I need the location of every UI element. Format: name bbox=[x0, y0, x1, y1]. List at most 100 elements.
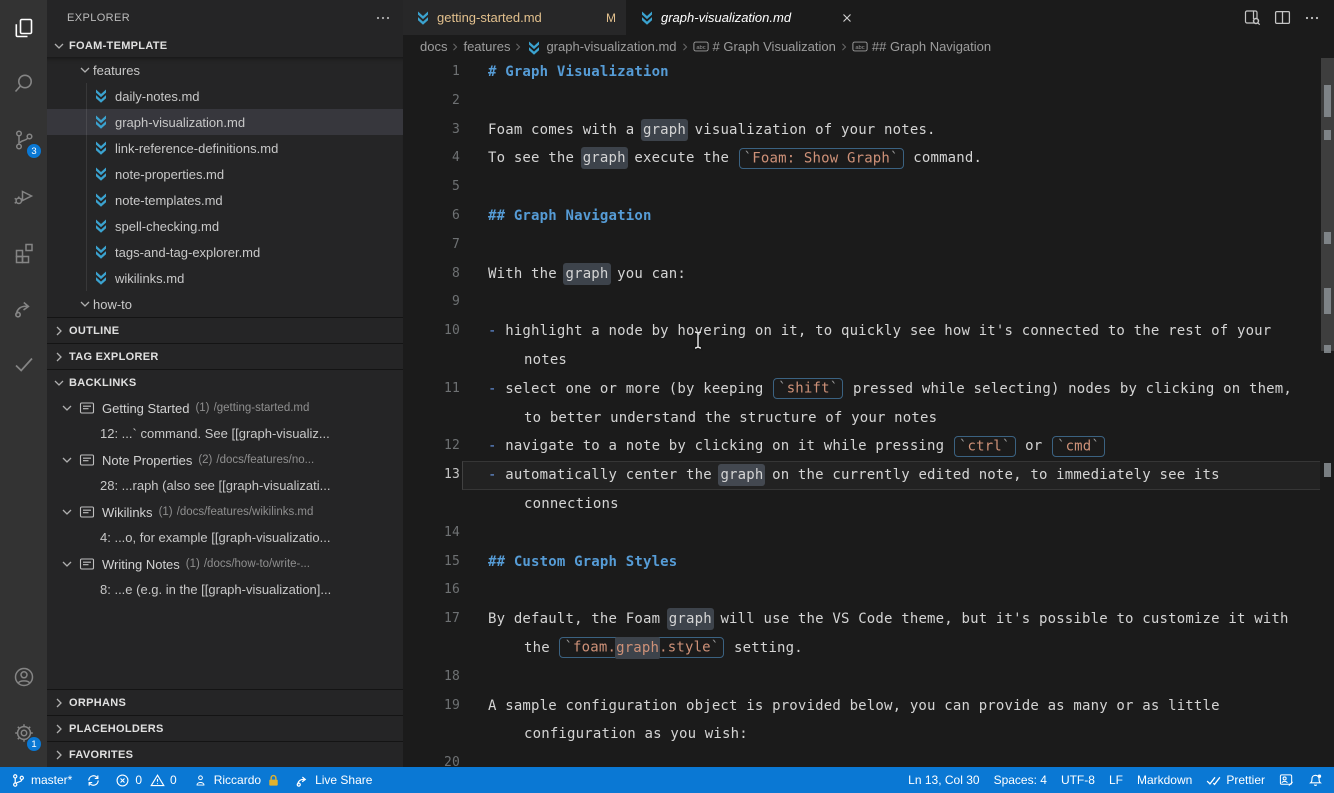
activity-item-run-debug[interactable] bbox=[0, 168, 47, 224]
editor-line[interactable]: 4 To see the graph execute the `Foam: Sho… bbox=[403, 144, 1334, 173]
editor-line[interactable]: to better understand the structure of yo… bbox=[403, 404, 1334, 433]
section-header-placeholders[interactable]: PLACEHOLDERS bbox=[47, 715, 403, 741]
editor-line[interactable]: 1 # Graph Visualization bbox=[403, 58, 1334, 87]
editor-line[interactable]: 15 ## Custom Graph Styles bbox=[403, 548, 1334, 577]
status-cursor-position[interactable]: Ln 13, Col 30 bbox=[901, 767, 986, 793]
backlink-group[interactable]: Getting Started (1) /getting-started.md bbox=[47, 395, 403, 421]
backlink-group[interactable]: Writing Notes (1) /docs/how-to/write-... bbox=[47, 551, 403, 577]
sidebar-item-link-reference-definitions-md[interactable]: link-reference-definitions.md bbox=[47, 135, 403, 161]
activity-item-source-control[interactable]: 3 bbox=[0, 112, 47, 168]
sidebar-item-how-to[interactable]: how-to bbox=[47, 291, 403, 317]
section-header-outline[interactable]: OUTLINE bbox=[47, 317, 403, 343]
activity-item-explorer[interactable] bbox=[0, 0, 47, 56]
editor-line[interactable]: 14 bbox=[403, 519, 1334, 548]
status-account[interactable]: Riccardo bbox=[187, 767, 288, 793]
activity-bar: 3 1 bbox=[0, 0, 47, 767]
editor-line[interactable]: 7 bbox=[403, 231, 1334, 260]
editor-line[interactable]: 11- select one or more (by keeping `shif… bbox=[403, 375, 1334, 404]
status-sync[interactable] bbox=[79, 767, 108, 793]
backlink-reference[interactable]: 12: ...` command. See [[graph-visualiz..… bbox=[47, 421, 403, 447]
editor-line[interactable]: 3 Foam comes with a graph visualization o… bbox=[403, 116, 1334, 145]
activity-item-search[interactable] bbox=[0, 56, 47, 112]
editor-line[interactable]: 19 A sample configuration object is provi… bbox=[403, 692, 1334, 721]
activity-item-extensions[interactable] bbox=[0, 224, 47, 280]
backlink-group[interactable]: Note Properties (2) /docs/features/no... bbox=[47, 447, 403, 473]
editor-line[interactable]: 9 bbox=[403, 288, 1334, 317]
backlink-group[interactable]: Wikilinks (1) /docs/features/wikilinks.md bbox=[47, 499, 403, 525]
status-notifications[interactable] bbox=[1301, 767, 1330, 793]
tab-graph-visualization[interactable]: graph-visualization.md bbox=[627, 0, 866, 35]
status-indentation[interactable]: Spaces: 4 bbox=[987, 767, 1054, 793]
file-label: note-templates.md bbox=[115, 192, 223, 208]
editor-line[interactable]: connections bbox=[403, 490, 1334, 519]
editor-line[interactable]: 12- navigate to a note by clicking on it… bbox=[403, 432, 1334, 461]
backlinks-section-header[interactable]: BACKLINKS bbox=[47, 369, 403, 395]
sidebar-item-note-properties-md[interactable]: note-properties.md bbox=[47, 161, 403, 187]
status-live-share[interactable]: Live Share bbox=[288, 767, 379, 793]
editor-line[interactable]: 8 With the graph you can: bbox=[403, 260, 1334, 289]
line-content: Foam comes with a graph visualization of… bbox=[460, 116, 936, 145]
section-header-tag-explorer[interactable]: TAG EXPLORER bbox=[47, 343, 403, 369]
split-editor-icon[interactable] bbox=[1272, 8, 1292, 28]
activity-item-live-share[interactable] bbox=[0, 280, 47, 336]
editor-line[interactable]: 2 bbox=[403, 87, 1334, 116]
sidebar-item-wikilinks-md[interactable]: wikilinks.md bbox=[47, 265, 403, 291]
close-icon[interactable] bbox=[838, 9, 856, 27]
line-content: # Graph Visualization bbox=[460, 58, 669, 87]
sidebar-item-daily-notes-md[interactable]: daily-notes.md bbox=[47, 83, 403, 109]
editor-line[interactable]: 20 bbox=[403, 749, 1334, 767]
sidebar-item-tags-and-tag-explorer-md[interactable]: tags-and-tag-explorer.md bbox=[47, 239, 403, 265]
editor-line[interactable]: 16 bbox=[403, 576, 1334, 605]
sync-icon bbox=[86, 773, 101, 788]
section-header-orphans[interactable]: ORPHANS bbox=[47, 689, 403, 715]
tab-getting-started[interactable]: getting-started.md M bbox=[403, 0, 627, 35]
chevron-right-icon bbox=[450, 42, 460, 52]
status-feedback[interactable] bbox=[1272, 767, 1301, 793]
line-content: By default, the Foam graph will use the … bbox=[460, 605, 1289, 634]
breadcrumb-item[interactable]: abc ## Graph Navigation bbox=[852, 39, 991, 54]
editor-line[interactable]: notes bbox=[403, 346, 1334, 375]
editor-line[interactable]: 5 bbox=[403, 173, 1334, 202]
files-icon bbox=[12, 16, 36, 40]
status-git-branch[interactable]: master* bbox=[4, 767, 79, 793]
open-preview-icon[interactable] bbox=[1242, 8, 1262, 28]
project-section-header[interactable]: FOAM-TEMPLATE bbox=[47, 35, 403, 57]
sidebar-item-note-templates-md[interactable]: note-templates.md bbox=[47, 187, 403, 213]
breadcrumb-item[interactable]: abc # Graph Visualization bbox=[692, 39, 836, 54]
backlink-reference[interactable]: 28: ...raph (also see [[graph-visualizat… bbox=[47, 473, 403, 499]
editor-line[interactable]: 10- highlight a node by hovering on it, … bbox=[403, 317, 1334, 346]
more-actions-icon[interactable] bbox=[375, 10, 391, 26]
sidebar-item-features[interactable]: features bbox=[47, 57, 403, 83]
editor-group: getting-started.md M graph-visualization.… bbox=[403, 0, 1334, 767]
sidebar-item-graph-visualization-md[interactable]: graph-visualization.md bbox=[47, 109, 403, 135]
backlink-title: Getting Started bbox=[102, 400, 190, 416]
editor-line[interactable]: configuration as you wish: bbox=[403, 720, 1334, 749]
editor-line[interactable]: 13- automatically center the graph on th… bbox=[403, 461, 1334, 490]
breadcrumb-label: ## Graph Navigation bbox=[871, 39, 992, 54]
section-header-favorites[interactable]: FAVORITES bbox=[47, 741, 403, 767]
editor-line[interactable]: 17 By default, the Foam graph will use th… bbox=[403, 605, 1334, 634]
breadcrumb-item[interactable]: features bbox=[463, 39, 510, 54]
status-problems[interactable]: 00 bbox=[108, 767, 186, 793]
line-number: 20 bbox=[443, 755, 460, 767]
note-icon bbox=[79, 556, 95, 572]
token-head: # Graph Visualization bbox=[488, 64, 669, 80]
activity-item-checks[interactable] bbox=[0, 336, 47, 392]
breadcrumb-item[interactable]: graph-visualization.md bbox=[526, 39, 677, 55]
line-number: 14 bbox=[443, 524, 460, 540]
line-number: 2 bbox=[451, 92, 460, 108]
editor-line[interactable]: 6 ## Graph Navigation bbox=[403, 202, 1334, 231]
backlink-reference[interactable]: 8: ...e (e.g. in the [[graph-visualizati… bbox=[47, 577, 403, 603]
backlink-reference[interactable]: 4: ...o, for example [[graph-visualizati… bbox=[47, 525, 403, 551]
ellipsis-icon[interactable] bbox=[1302, 8, 1322, 28]
breadcrumb-item[interactable]: docs bbox=[420, 39, 447, 54]
activity-item-settings[interactable]: 1 bbox=[0, 705, 47, 761]
status-eol[interactable]: LF bbox=[1102, 767, 1130, 793]
editor-line[interactable]: 18 bbox=[403, 663, 1334, 692]
status-language[interactable]: Markdown bbox=[1130, 767, 1199, 793]
editor-line[interactable]: the `foam.graph.style` setting. bbox=[403, 634, 1334, 663]
activity-item-account[interactable] bbox=[0, 649, 47, 705]
status-encoding[interactable]: UTF-8 bbox=[1054, 767, 1102, 793]
status-prettier[interactable]: Prettier bbox=[1199, 767, 1272, 793]
sidebar-item-spell-checking-md[interactable]: spell-checking.md bbox=[47, 213, 403, 239]
